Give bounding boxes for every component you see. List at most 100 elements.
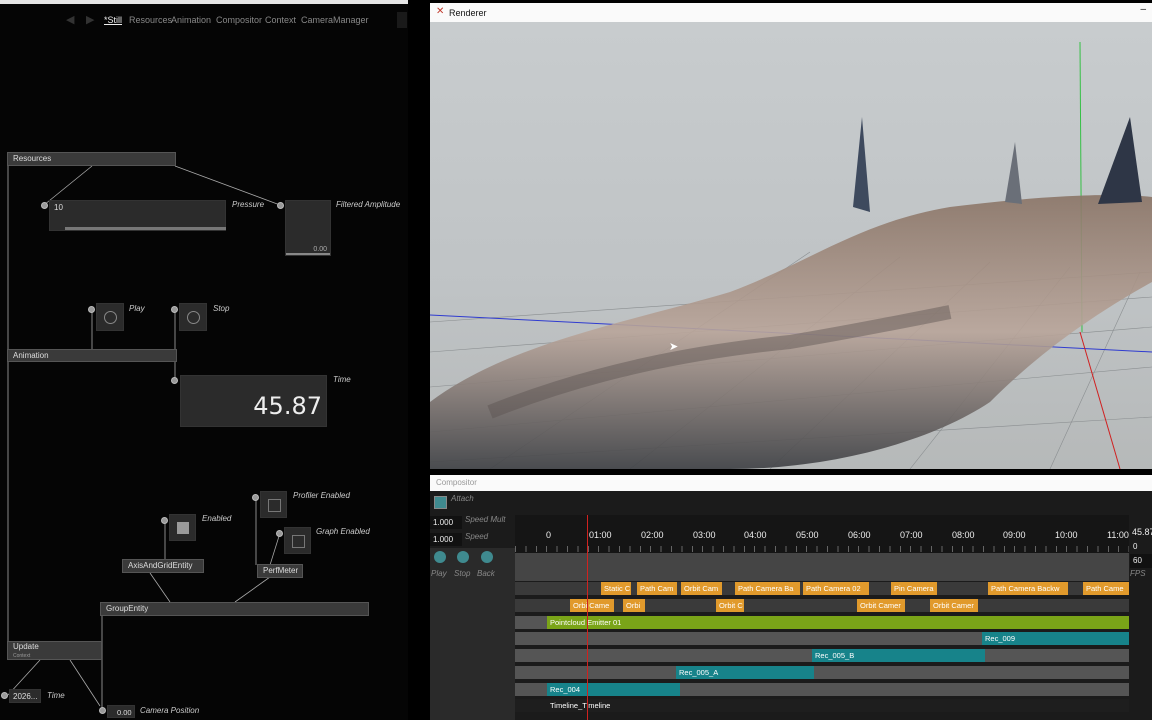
stop-trigger[interactable] [179,303,207,331]
ruler-minor-ticks [515,546,1129,552]
stop-button-label: Stop [454,569,471,578]
clip-rec-004[interactable]: Rec_004 [547,683,680,696]
clip-rec-009[interactable]: Rec_009 [982,632,1129,645]
filtered-amplitude-port[interactable] [277,202,284,209]
graph-checkbox-icon [292,535,305,548]
clip-static-camera[interactable]: Static C [601,582,631,595]
tick-label: 06:00 [848,530,871,540]
profiler-enabled-toggle[interactable] [260,491,287,518]
pressure-value: 10 [54,203,63,212]
timeline-scrub-area[interactable] [515,553,1129,581]
play-trigger[interactable] [96,303,124,331]
enabled-checked-icon [177,522,189,534]
terrain-cloud [430,195,1152,469]
clip-pin-camera[interactable]: Pin Camera [891,582,937,595]
tick-label: 04:00 [744,530,767,540]
filtered-amplitude-graph: 0.00 [285,200,331,256]
minimize-button[interactable]: – [1140,4,1146,15]
resources-node[interactable]: Resources [7,152,176,166]
track-header-column [430,582,515,720]
profiler-checkbox-icon [268,499,281,512]
enabled-toggle[interactable] [169,514,196,541]
animation-node[interactable]: Animation [7,349,177,362]
tick-label: 02:00 [641,530,664,540]
play-circle-icon [104,311,117,324]
pillar-2 [1005,142,1022,204]
clip-timeline[interactable]: Timeline_Timeline [547,699,667,712]
update-node[interactable]: Update Context [7,641,102,660]
fps-value: 60 [1133,556,1142,565]
graph-port[interactable] [276,530,283,537]
compositor-title-bar[interactable]: Compositor [430,475,1152,491]
clip-orbit-camera[interactable]: Orbit Camer [930,599,978,612]
filtered-amplitude-label: Filtered Amplitude [336,200,401,209]
attach-checkbox[interactable] [434,496,447,509]
clip-path-camera-02[interactable]: Path Camera 02 [803,582,869,595]
update-time-port[interactable] [1,692,8,699]
clip-path-camera[interactable]: Path Cam [637,582,677,595]
app-x-icon: ✕ [436,6,445,17]
clip-pointcloud-emitter[interactable]: Pointcloud Emitter 01 [547,616,1129,629]
enabled-label: Enabled [202,514,232,523]
time-port[interactable] [171,377,178,384]
fps-field[interactable]: 60 [1130,554,1152,568]
clip-path-camera-end[interactable]: Path Came [1083,582,1129,595]
clip-rec-005-a[interactable]: Rec_005_A [676,666,814,679]
perfmeter-node[interactable]: PerfMeter [257,564,303,578]
play-label: Play [129,304,145,313]
filtered-amplitude-value: 0.00 [313,246,327,253]
pressure-slider-track[interactable] [65,227,226,230]
pillar-1 [853,117,870,212]
speed-field[interactable]: 1.000 [430,533,462,546]
clip-orbit-camera[interactable]: Orbi Came [570,599,614,612]
pressure-field[interactable]: 10 [49,200,226,231]
axis-grid-entity-node[interactable]: AxisAndGridEntity [122,559,204,573]
profiler-enabled-label: Profiler Enabled [293,491,350,500]
stop-circle-icon [187,311,200,324]
renderer-title-bar[interactable]: ✕ Renderer – [430,3,1152,22]
stop-button[interactable] [457,551,469,563]
graph-enabled-label: Graph Enabled [316,527,370,536]
clip-orbit-camera[interactable]: Orbit Cam [681,582,722,595]
tick-label: 05:00 [796,530,819,540]
group-entity-node[interactable]: GroupEntity [100,602,369,616]
tick-label: 07:00 [900,530,923,540]
z-axis-line [1079,331,1121,469]
clip-orbit-c[interactable]: Orbit C [716,599,744,612]
speed-mult-field[interactable]: 1.000 [430,516,462,529]
speed-mult-label: Speed Mult [465,515,506,524]
time-display: 45.87 [180,375,327,427]
speed-label: Speed [465,532,489,541]
time-readout: 45.87 [1132,527,1152,537]
pillar-3 [1098,117,1142,204]
clip-path-camera-ba[interactable]: Path Camera Ba [735,582,800,595]
clip-rec-005-b[interactable]: Rec_005_B [812,649,985,662]
play-port[interactable] [88,306,95,313]
play-button[interactable] [434,551,446,563]
update-node-subtitle: Context [13,653,31,659]
camera-position-label: Camera Position [140,706,200,715]
camera-position-port[interactable] [99,707,106,714]
clip-orbit-camera[interactable]: Orbit Camer [857,599,905,612]
pressure-port[interactable] [41,202,48,209]
playhead[interactable] [587,515,588,720]
update-time-field[interactable]: 2026... [9,689,41,703]
camera-position-field[interactable]: 0.00 [107,705,135,718]
track-row[interactable] [515,666,1129,679]
filtered-amplitude-bar [286,253,330,255]
back-button-label: Back [477,569,495,578]
time-value: 45.87 [253,392,322,420]
renderer-viewport[interactable]: ➤ [430,22,1152,469]
back-button[interactable] [481,551,493,563]
mouse-cursor-icon: ➤ [669,341,679,353]
stop-port[interactable] [171,306,178,313]
graph-enabled-toggle[interactable] [284,527,311,554]
tick-label: 03:00 [693,530,716,540]
tick-label: 0 [546,530,552,540]
profiler-port[interactable] [252,494,259,501]
enabled-port[interactable] [161,517,168,524]
frame-readout: 0 [1133,542,1138,551]
node-editor[interactable]: ◀ ▶ *Still Resources Animation Composito… [0,0,408,720]
clip-orbit[interactable]: Orbi [623,599,645,612]
clip-path-camera-backw[interactable]: Path Camera Backw [988,582,1068,595]
